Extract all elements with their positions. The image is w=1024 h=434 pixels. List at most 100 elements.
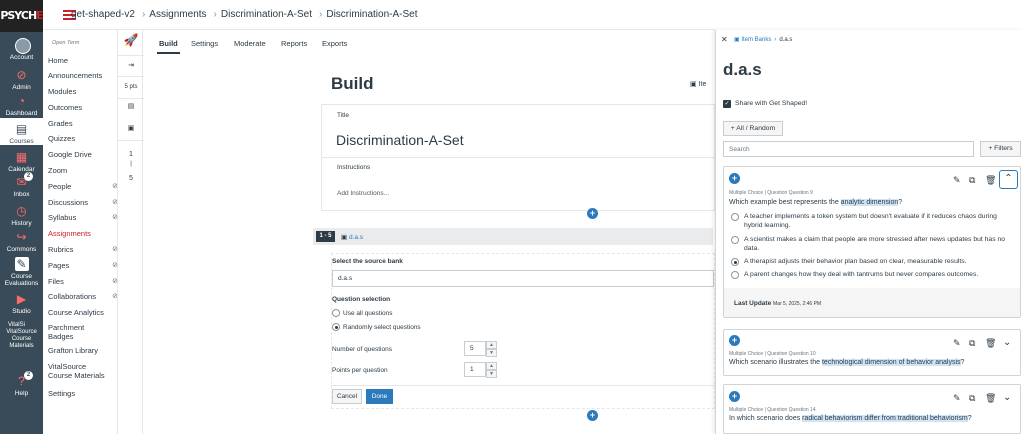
course-nav-item[interactable]: Collaborations ⊘ (48, 292, 118, 301)
instructions-input[interactable]: Add Instructions... (337, 190, 389, 197)
edit-icon[interactable]: ✎ (953, 175, 961, 186)
question-meta: Multiple Choice | Question Question 9 (729, 190, 813, 196)
cancel-button[interactable]: Cancel (332, 389, 362, 404)
course-nav-item[interactable]: Pages ⊘ (48, 261, 118, 270)
item-bank-icon[interactable]: ▣ (118, 124, 144, 132)
course-nav-item[interactable]: Rubrics ⊘ (48, 245, 118, 254)
course-nav-item[interactable]: Course Analytics (48, 308, 116, 317)
item-banks-button[interactable]: ▣ Ite (690, 80, 706, 88)
course-nav-item[interactable]: Parchment Badges (48, 323, 110, 341)
collapse-icon[interactable]: ⇥ (118, 61, 144, 69)
course-nav-item[interactable]: Syllabus ⊘ (48, 213, 118, 222)
global-nav-vitalsource[interactable]: VitalSi VitalSource Course Materials (0, 322, 43, 350)
question-selection-label: Question selection (332, 296, 391, 303)
course-nav-item[interactable]: Assignments (48, 229, 116, 238)
course-nav-item[interactable]: Quizzes (48, 134, 116, 143)
points-increment[interactable]: ▲ (486, 362, 497, 370)
chevron-down-icon[interactable]: ⌄ (1003, 392, 1011, 403)
share-checkbox[interactable]: ✓ (723, 100, 731, 108)
global-nav-account[interactable]: Account (0, 38, 43, 61)
course-nav-item[interactable]: Zoom (48, 166, 116, 175)
question-meta: Multiple Choice | Question Question 10 (729, 351, 816, 357)
global-nav-help[interactable]: ? 2 Help (0, 371, 43, 397)
global-nav-dashboard[interactable]: ◔ Dashboard (0, 94, 43, 117)
add-item-button[interactable]: + (587, 208, 598, 219)
breadcrumb: get-shaped-v2 › Assignments › Discrimination… (71, 9, 418, 20)
source-bank-select[interactable]: d.a.s (332, 270, 714, 287)
radio-random[interactable] (332, 323, 340, 331)
edit-icon[interactable]: ✎ (953, 393, 961, 404)
global-nav-studio[interactable]: ▶ Studio (0, 292, 43, 315)
trash-icon[interactable]: 🗑 (985, 175, 996, 186)
course-nav-item[interactable]: Settings (48, 389, 116, 398)
tab-reports[interactable]: Reports (281, 39, 307, 48)
course-nav-item[interactable]: Outcomes (48, 103, 116, 112)
tray-breadcrumb-root[interactable]: Item Banks (741, 37, 771, 43)
filters-button[interactable]: + Filters (980, 141, 1021, 157)
breadcrumb-assignment[interactable]: Discrimination-A-Set (221, 9, 312, 20)
add-question-button[interactable]: + (729, 391, 740, 402)
question-prompt: In which scenario does radical behaviori… (729, 415, 972, 422)
add-item-button-bottom[interactable]: + (587, 410, 598, 421)
calendar-icon: ▦ (15, 150, 28, 164)
inbox-badge: 2 (24, 172, 33, 181)
points-decrement[interactable]: ▼ (486, 370, 497, 378)
search-placeholder: Search (729, 146, 750, 153)
trash-icon[interactable]: 🗑 (985, 393, 996, 404)
tab-moderate[interactable]: Moderate (234, 39, 266, 48)
nav-label: Inbox (13, 191, 30, 198)
add-question-button[interactable]: + (729, 335, 740, 346)
institution-logo[interactable]: PSYCHE (0, 0, 44, 32)
global-nav-courses[interactable]: ▤ Courses (0, 118, 43, 145)
edit-icon[interactable]: ✎ (953, 338, 961, 349)
copy-icon[interactable]: ⧉ (969, 338, 975, 349)
num-questions-increment[interactable]: ▲ (486, 341, 497, 349)
course-nav-label: Grafton Library (48, 346, 99, 355)
course-nav-item[interactable]: Discussions ⊘ (48, 198, 118, 207)
document-icon[interactable]: ▤ (118, 102, 144, 110)
course-nav-label: Syllabus (48, 213, 77, 222)
course-nav-item[interactable]: VitalSource Course Materials (48, 362, 110, 380)
global-nav-history[interactable]: ◷ History (0, 204, 43, 227)
radio-use-all[interactable] (332, 309, 340, 317)
trash-icon[interactable]: 🗑 (985, 338, 996, 349)
tab-settings[interactable]: Settings (191, 39, 218, 48)
course-nav-item[interactable]: People ⊘ (48, 182, 118, 191)
course-nav-item[interactable]: Grades (48, 119, 116, 128)
admin-icon: ⊘ (16, 68, 27, 82)
tab-build[interactable]: Build (157, 39, 180, 54)
rocket-icon[interactable]: 🚀 (118, 33, 144, 47)
breadcrumb-course[interactable]: get-shaped-v2 (71, 9, 135, 20)
global-nav-course-evaluations[interactable]: ✎ Course Evaluations (0, 257, 43, 287)
course-nav-item[interactable]: Files ⊘ (48, 277, 118, 286)
chevron-down-icon[interactable]: ⌄ (1003, 337, 1011, 348)
course-nav-label: VitalSource Course Materials (48, 362, 105, 380)
course-nav-label: Modules (48, 87, 77, 96)
search-input[interactable] (723, 141, 974, 157)
global-nav-admin[interactable]: ⊘ Admin (0, 68, 43, 91)
add-question-button[interactable]: + (729, 173, 740, 184)
course-nav-item[interactable]: Google Drive (48, 150, 116, 159)
last-update: Last Update Mar 5, 2025, 2:46 PM (734, 300, 822, 307)
num-questions-decrement[interactable]: ▼ (486, 349, 497, 357)
points-input[interactable]: 1 (464, 362, 486, 377)
global-nav-commons[interactable]: ↪ Commons (0, 230, 43, 253)
course-nav-item[interactable]: Grafton Library (48, 346, 116, 355)
close-icon[interactable]: ✕ (721, 35, 728, 44)
global-nav-inbox[interactable]: ✉ 2 Inbox (0, 172, 43, 198)
nav-label: Help (14, 390, 29, 397)
all-random-button[interactable]: + All / Random (723, 121, 783, 136)
copy-icon[interactable]: ⧉ (969, 175, 975, 186)
bank-link[interactable]: ▣ d.a.s (341, 233, 363, 241)
num-questions-input[interactable]: 5 (464, 341, 486, 356)
tab-exports[interactable]: Exports (322, 39, 347, 48)
collapse-question-icon[interactable]: ⌃ (999, 170, 1018, 189)
course-nav-item[interactable]: Home (48, 56, 116, 65)
course-nav-item[interactable]: Announcements (48, 71, 116, 80)
course-nav-item[interactable]: Modules (48, 87, 116, 96)
breadcrumb-assignments[interactable]: Assignments (149, 9, 206, 20)
done-button[interactable]: Done (366, 389, 393, 404)
copy-icon[interactable]: ⧉ (969, 393, 975, 404)
assessment-title[interactable]: Discrimination-A-Set (336, 132, 464, 148)
global-nav-calendar[interactable]: ▦ Calendar (0, 150, 43, 173)
